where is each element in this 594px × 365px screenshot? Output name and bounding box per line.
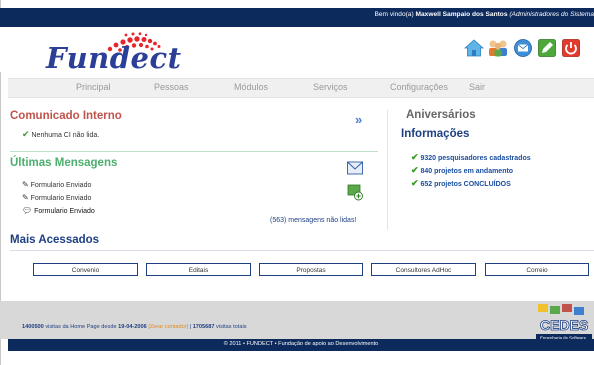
user-role: (Administradores do Sistema: [509, 11, 594, 18]
check-icon: ✔: [22, 129, 30, 139]
aniversarios-title: Aniversários: [406, 109, 476, 121]
convenio-button[interactable]: Convenio: [33, 263, 138, 276]
visits-count: 1400500: [22, 324, 44, 330]
list-item[interactable]: ✎ Formulario Enviado: [22, 193, 91, 202]
nav-sair[interactable]: Sair: [469, 82, 485, 92]
envelope-icon[interactable]: [347, 161, 363, 175]
info-item: ✔ 652 projetos CONCLUÍDOS: [411, 178, 511, 189]
info-item: ✔ 840 projetos em andamento: [411, 165, 513, 176]
list-item[interactable]: ✎ Formulario Enviado: [22, 180, 91, 189]
check-icon: ✔: [411, 178, 419, 188]
visit-counter: 1400500 visitas da Home Page desde 19-04…: [22, 324, 247, 330]
nav-servicos[interactable]: Serviços: [313, 82, 348, 92]
main-nav: Principal Pessoas Módulos Serviços Confi…: [8, 78, 594, 98]
welcome-prefix: Bem vindo(a): [374, 11, 414, 18]
info-text: 652 projetos CONCLUÍDOS: [420, 181, 511, 188]
visits-since: 19-04-2006: [118, 324, 147, 330]
total-visits-text: visitas totais: [216, 324, 247, 330]
nav-modulos[interactable]: Módulos: [234, 82, 268, 92]
copyright-text: © 2011 • FUNDECT • Fundação de apoio ao …: [223, 341, 379, 347]
visits-text: visitas da Home Page desde: [45, 324, 117, 330]
unread-count[interactable]: (563) mensagens não lidas!: [270, 217, 356, 224]
mais-acessados-title: Mais Acessados: [10, 234, 100, 246]
comunicado-title: Comunicado Interno: [10, 110, 122, 122]
section-divider: [10, 250, 594, 251]
people-icon[interactable]: [487, 38, 509, 58]
top-bar: Bem vindo(a) Maxwell Sampaio dos Santos …: [0, 8, 594, 27]
propostas-button[interactable]: Propostas: [259, 263, 363, 276]
section-divider: [10, 151, 378, 152]
home-icon[interactable]: [464, 38, 484, 58]
nav-pessoas[interactable]: Pessoas: [154, 82, 189, 92]
nav-principal[interactable]: Principal: [76, 82, 111, 92]
consultores-adhoc-button[interactable]: Consultores AdHoc: [371, 263, 476, 276]
correio-button[interactable]: Correio: [485, 263, 589, 276]
comunicado-status-text: Nenhuma CI não lida.: [31, 132, 100, 139]
info-text: 840 projetos em andamento: [420, 168, 514, 175]
svg-text:CEDES: CEDES: [540, 317, 588, 333]
mensagens-title: Últimas Mensagens: [10, 157, 118, 169]
edit-icon[interactable]: [537, 38, 557, 58]
speech-bubble-icon: 💬︎: [22, 206, 33, 215]
info-item: ✔ 9320 pesquisadores cadastrados: [411, 152, 531, 163]
comunicado-status: ✔ Nenhuma CI não lida.: [22, 129, 99, 140]
mail-icon[interactable]: [513, 38, 533, 58]
message-subject: Formulario Enviado: [30, 182, 92, 189]
feather-icon: ✎: [22, 180, 29, 189]
editais-button[interactable]: Editais: [146, 263, 251, 276]
informacoes-title: Informações: [401, 128, 470, 140]
separator: |: [189, 324, 192, 330]
message-subject: Formulario Enviado: [30, 195, 92, 202]
footer-bar: © 2011 • FUNDECT • Fundação de apoio ao …: [8, 339, 594, 351]
feather-icon: ✎: [22, 193, 29, 202]
column-divider: [387, 110, 388, 230]
check-icon: ✔: [411, 152, 419, 162]
welcome-message: Bem vindo(a) Maxwell Sampaio dos Santos …: [374, 11, 594, 18]
footer-band: [0, 301, 594, 339]
user-name: Maxwell Sampaio dos Santos: [415, 11, 508, 18]
double-chevron-right-icon[interactable]: »: [355, 112, 362, 127]
compose-message-icon[interactable]: [347, 184, 364, 201]
check-icon: ✔: [411, 165, 419, 175]
logo-text: Fundect: [46, 41, 182, 75]
total-visits-count: 1705687: [192, 324, 215, 330]
cedes-logo[interactable]: CEDES Engenharia de Software: [532, 302, 594, 342]
fundect-logo[interactable]: Fundect: [44, 32, 181, 75]
reset-counter-link[interactable]: [Zerar contador]: [148, 324, 188, 330]
nav-configuracoes[interactable]: Configurações: [390, 82, 448, 92]
message-subject: Formulario Enviado: [34, 208, 95, 215]
power-icon[interactable]: [561, 38, 581, 58]
info-text: 9320 pesquisadores cadastrados: [420, 155, 531, 162]
list-item[interactable]: 💬︎ Formulario Enviado: [22, 206, 95, 215]
